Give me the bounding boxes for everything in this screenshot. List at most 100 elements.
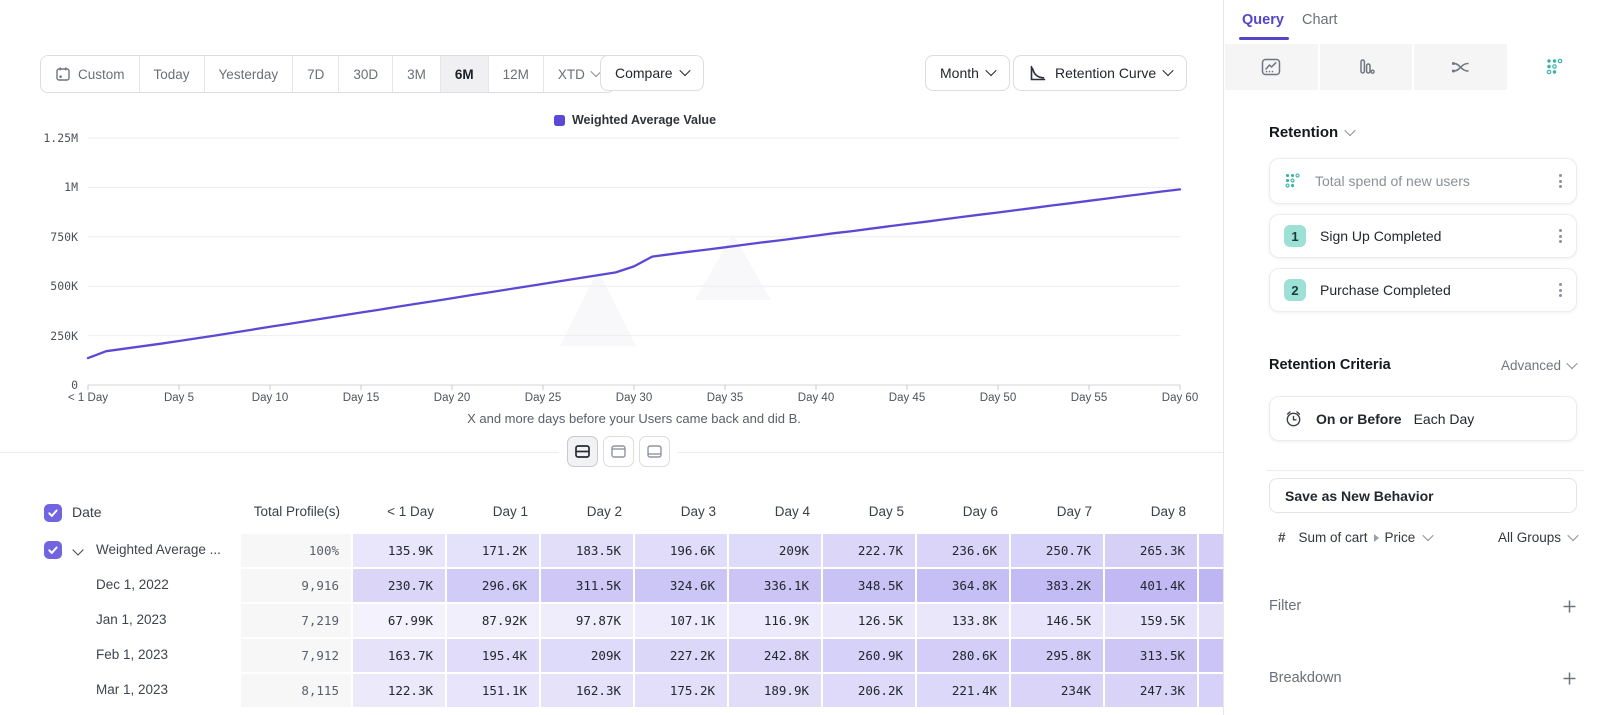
retention-line-chart[interactable]: 0250K500K750K1M1.25M < 1 DayDay 5Day 10D… [0, 130, 1223, 430]
measure-event-label[interactable]: Sum of cart [1299, 530, 1368, 545]
column-header-day: Day 8 [1104, 504, 1186, 519]
legend-label: Weighted Average Value [572, 113, 716, 127]
range-label: Yesterday [219, 67, 279, 82]
kebab-menu-icon[interactable] [1559, 283, 1562, 297]
table-only-icon [646, 443, 663, 460]
range-button-today[interactable]: Today [139, 56, 204, 92]
compare-button[interactable]: Compare [600, 55, 704, 91]
report-type-label: Retention [1269, 124, 1338, 141]
y-tick-label: 1M [0, 180, 78, 194]
chevron-down-icon [1163, 65, 1174, 76]
bar-chart-icon [1355, 56, 1377, 78]
behavior-step-card[interactable]: 1Sign Up Completed [1269, 214, 1577, 258]
groups-dropdown[interactable]: All Groups [1498, 530, 1577, 545]
measure-property-label[interactable]: Price [1385, 530, 1416, 545]
y-tick-label: 250K [0, 329, 78, 343]
table-row[interactable]: Jan 1, 20237,21967.99K87.92K97.87K107.1K… [0, 603, 1223, 638]
row-label: Dec 1, 2022 [96, 577, 169, 592]
x-tick-label: Day 15 [316, 392, 406, 404]
column-header-day: Day 1 [446, 504, 528, 519]
range-label: XTD [558, 67, 585, 82]
retention-value-cell: 189.9K [729, 674, 821, 707]
retention-value-cell: 175.2K [635, 674, 727, 707]
table-row[interactable]: Mar 1, 20238,115122.3K151.1K162.3K175.2K… [0, 673, 1223, 708]
measure-row: # Sum of cart Price All Groups [1269, 530, 1577, 545]
behavior-step-card[interactable]: 2Purchase Completed [1269, 268, 1577, 312]
range-button-30d[interactable]: 30D [338, 56, 392, 92]
compare-label: Compare [615, 65, 673, 81]
retention-value-cell: 171.2K [447, 534, 539, 567]
row-label: Feb 1, 2023 [96, 647, 168, 662]
retention-value-cell: 67.99K [353, 604, 445, 637]
check-icon [47, 507, 59, 519]
filter-label: Filter [1269, 598, 1301, 614]
layout-chart-only-button[interactable] [603, 436, 634, 467]
active-tab-underline [1239, 37, 1289, 40]
retention-value-cell: 135.9K [353, 534, 445, 567]
chart-legend: Weighted Average Value [50, 113, 1220, 127]
retention-value-cell: 126.5K [823, 604, 915, 637]
split-view-icon [574, 443, 591, 460]
row-checkbox[interactable] [44, 541, 62, 559]
chart-only-icon [610, 443, 627, 460]
retention-value-cell: 163.7K [353, 639, 445, 672]
tab-query[interactable]: Query [1242, 12, 1284, 28]
y-tick-label: 750K [0, 230, 78, 244]
column-header-day: < 1 Day [352, 504, 434, 519]
retention-value-cell: 116.9K [729, 604, 821, 637]
chart-canvas [0, 130, 1223, 430]
report-type-dropdown[interactable]: Retention [1269, 124, 1354, 141]
column-header-total: Total Profile(s) [240, 504, 340, 519]
criteria-time-card[interactable]: On or Before Each Day [1269, 396, 1577, 441]
breakdown-section[interactable]: Breakdown [1269, 670, 1577, 686]
range-label: 7D [307, 67, 324, 82]
row-label: Mar 1, 2023 [96, 682, 168, 697]
column-header-day: Day 4 [728, 504, 810, 519]
retention-value-cell: 209K [729, 534, 821, 567]
flow-report-button[interactable] [1414, 44, 1507, 90]
retention-value-cell: 87.92K [447, 604, 539, 637]
table-row[interactable]: Feb 1, 20237,912163.7K195.4K209K227.2K24… [0, 638, 1223, 673]
main-report-area: Custom Today Yesterday 7D 30D 3M6M12M XTD Com… [0, 0, 1223, 715]
save-as-new-behavior-button[interactable]: Save as New Behavior [1269, 478, 1577, 513]
x-tick-label: Day 50 [953, 392, 1043, 404]
table-row[interactable]: Weighted Average ...100%135.9K171.2K183.… [0, 533, 1223, 568]
layout-split-view-button[interactable] [567, 436, 598, 467]
column-header-day: Day 2 [540, 504, 622, 519]
total-profiles-cell: 7,912 [241, 639, 351, 672]
range-button-3m[interactable]: 3M [392, 56, 440, 92]
header-checkbox[interactable] [44, 504, 62, 522]
range-button-7d[interactable]: 7D [292, 56, 338, 92]
x-tick-label: Day 35 [680, 392, 770, 404]
x-tick-label: Day 10 [225, 392, 315, 404]
funnel-report-button[interactable] [1320, 44, 1413, 90]
retention-report-button[interactable] [1509, 44, 1600, 90]
layout-toggle-group [559, 434, 678, 469]
step-event-label: Purchase Completed [1320, 282, 1451, 298]
chart-type-button[interactable]: Retention Curve [1013, 55, 1187, 91]
retention-value-cell: 401.4K [1105, 569, 1197, 602]
kebab-menu-icon[interactable] [1559, 174, 1562, 188]
layout-table-only-button[interactable] [639, 436, 670, 467]
criteria-mode-dropdown[interactable]: Advanced [1501, 358, 1576, 373]
retention-value-cell: 183.5K [541, 534, 633, 567]
add-icon[interactable] [1562, 599, 1577, 614]
retention-value-cell: 146.5K [1011, 604, 1103, 637]
range-button-custom[interactable]: Custom [41, 56, 139, 92]
retention-value-cell: 236.6K [917, 534, 1009, 567]
filter-section[interactable]: Filter [1269, 598, 1577, 614]
kebab-menu-icon[interactable] [1559, 229, 1562, 243]
column-header-date: Date [72, 504, 102, 520]
range-label: 30D [353, 67, 378, 82]
behavior-card[interactable]: Total spend of new users [1269, 158, 1577, 204]
range-button-yesterday[interactable]: Yesterday [204, 56, 293, 92]
range-button-12m[interactable]: 12M [488, 56, 543, 92]
granularity-button[interactable]: Month [925, 55, 1010, 91]
table-row[interactable]: Dec 1, 20229,916230.7K296.6K311.5K324.6K… [0, 568, 1223, 603]
range-label: Today [154, 67, 190, 82]
insights-report-button[interactable] [1225, 44, 1318, 90]
range-button-6m[interactable]: 6M [440, 56, 488, 92]
y-tick-label: 1.25M [0, 131, 78, 145]
expand-chevron-icon[interactable] [72, 544, 83, 555]
add-icon[interactable] [1562, 671, 1577, 686]
